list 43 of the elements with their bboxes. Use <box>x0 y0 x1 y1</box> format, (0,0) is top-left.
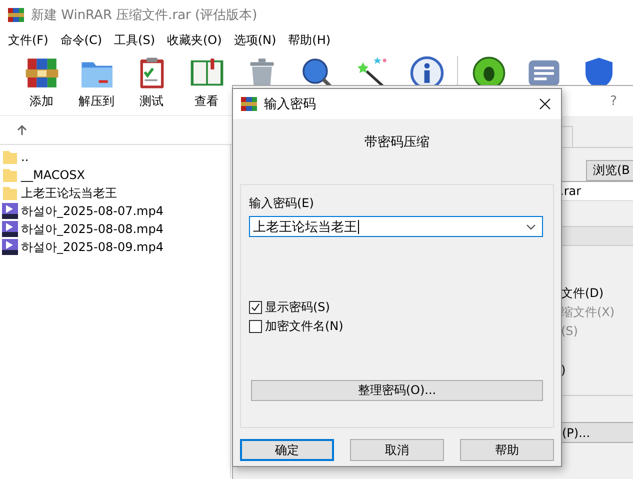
option-label[interactable]: ) <box>559 361 633 379</box>
dialog-title: 输入密码 <box>264 96 317 113</box>
chevron-icon[interactable] <box>526 224 536 230</box>
menu-item[interactable]: 收藏夹(O) <box>167 32 222 48</box>
dialog-button[interactable]: 帮助 <box>460 439 554 461</box>
close-icon[interactable] <box>539 98 551 110</box>
menu-item[interactable]: 选项(N) <box>234 32 276 48</box>
toolbar-button[interactable]: 测试 <box>124 50 179 110</box>
file-name[interactable]: __MACOSX <box>21 168 86 182</box>
folder-icon <box>2 149 18 165</box>
dialog-button[interactable]: 取消 <box>350 439 444 461</box>
password-field[interactable]: 上老王论坛当老王 <box>249 216 543 237</box>
folder-icon <box>2 185 18 201</box>
file-name[interactable]: .. <box>21 150 29 164</box>
checkbox-label[interactable]: 加密文件名(N) <box>265 318 344 335</box>
up-arrow-icon[interactable] <box>16 124 28 136</box>
menu-item[interactable]: 工具(S) <box>114 32 155 48</box>
folder-icon <box>2 167 18 183</box>
toolbar-button[interactable]: 解压到 <box>69 50 124 110</box>
menu-item[interactable]: 命令(C) <box>60 32 102 48</box>
dialog-heading: 带密码压缩 <box>364 134 430 151</box>
menu-item[interactable]: 文件(F) <box>8 32 48 48</box>
menu-item[interactable]: 帮助(H) <box>288 32 331 48</box>
set-password-button[interactable]: (P)... <box>559 422 633 443</box>
option-label[interactable]: 文件(D) <box>559 284 633 302</box>
help-icon[interactable]: ? <box>610 94 617 108</box>
app-icon <box>8 7 24 23</box>
file-name[interactable]: 上老王论坛当老王 <box>21 184 117 202</box>
archive-name-field[interactable]: .rar <box>559 181 633 201</box>
dialog-button[interactable]: 确定 <box>240 439 334 461</box>
checkbox-label[interactable]: 显示密码(S) <box>265 299 330 316</box>
window-title: 新建 WinRAR 压缩文件.rar (评估版本) <box>31 7 258 24</box>
file-name[interactable]: 하설아_2025-08-08.mp4 <box>21 220 164 238</box>
toolbar-button[interactable]: 添加 <box>14 50 69 110</box>
file-name[interactable]: 하설아_2025-08-07.mp4 <box>21 202 164 220</box>
field-label: 输入密码(E) <box>249 195 315 212</box>
organize-passwords-button[interactable]: 整理密码(O)... <box>251 380 543 401</box>
app-icon <box>241 96 257 112</box>
file-name[interactable]: 하설아_2025-08-09.mp4 <box>21 238 164 256</box>
checkbox[interactable] <box>249 320 262 333</box>
browse-button[interactable]: 浏览(B <box>586 160 633 181</box>
toolbar-button[interactable]: 查看 <box>179 50 234 110</box>
checkbox[interactable] <box>249 301 262 314</box>
